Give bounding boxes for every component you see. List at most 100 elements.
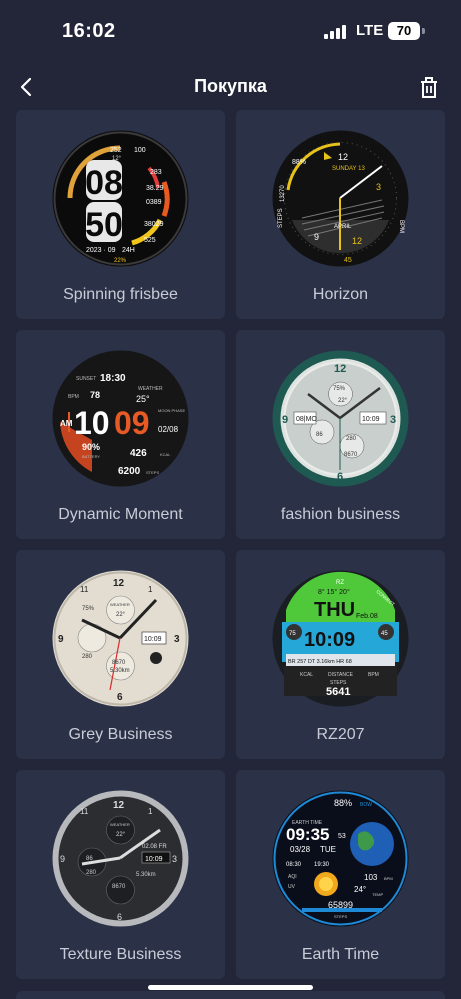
- watch-face-readout: 22%: [114, 258, 127, 264]
- watch-face-readout: KCAL: [300, 672, 313, 678]
- home-indicator[interactable]: [148, 985, 313, 990]
- watch-face-readout: WEATHER: [110, 602, 130, 607]
- watch-face-readout: 38.29: [146, 185, 164, 192]
- watch-face-readout: 75%: [82, 606, 95, 612]
- watch-face-readout: 22°: [338, 398, 348, 404]
- watch-face-readout: 280: [346, 436, 357, 442]
- watch-face-readout: 280: [82, 654, 93, 660]
- watch-face-readout: 0389: [146, 199, 162, 206]
- watch-face-readout: THU: [314, 599, 355, 621]
- watch-face-readout: 9: [58, 634, 64, 645]
- watch-face-preview: 12 3 6 9 1 11 WEATHER 22° 02.08 FR 10:09…: [52, 790, 189, 927]
- watch-face-readout: 8670: [344, 452, 358, 458]
- watch-face-readout: 24°: [354, 885, 366, 894]
- watch-face-readout: BOW: [360, 802, 372, 808]
- delete-button[interactable]: [416, 75, 442, 101]
- watch-face-readout: 88%: [334, 798, 352, 808]
- watch-face-readout: 22°: [116, 832, 126, 838]
- watch-face-readout: 6200: [118, 466, 141, 477]
- watch-face-readout: 75: [289, 631, 296, 637]
- status-bar: 16:02 LTE 70: [0, 0, 461, 62]
- watch-face-readout: TEMP: [372, 892, 383, 897]
- watch-face-readout: 3: [376, 182, 381, 192]
- watch-face-readout: 10: [74, 405, 110, 441]
- watch-face-card-dynamic-moment[interactable]: SUNSET 18:30 BPM 78 WEATHER 25° AM 10 09…: [16, 330, 225, 539]
- watch-face-readout: 02/08: [158, 425, 179, 434]
- watch-face-readout: AM: [60, 419, 73, 428]
- watch-face-readout: 19:30: [314, 862, 330, 868]
- watch-face-readout: 18:30: [100, 373, 126, 384]
- watch-face-readout: 08:30: [286, 862, 302, 868]
- watch-face-name: Dynamic Moment: [58, 506, 183, 523]
- watch-face-readout: 53: [338, 833, 346, 840]
- watch-face-readout: 10:09: [145, 856, 163, 863]
- watch-face-card-fashion-business[interactable]: 12 3 6 9 75% 22° 08|MO 10:09 86 280 8670…: [236, 330, 445, 539]
- watch-face-readout: APRIL: [334, 224, 352, 230]
- watch-face-readout: 1: [148, 807, 153, 816]
- watch-face-readout: 86: [316, 432, 323, 438]
- watch-face-readout: 86: [86, 856, 93, 862]
- watch-face-readout: 252: [110, 147, 122, 154]
- watch-face-readout: 8670: [112, 884, 126, 890]
- watch-face-preview: SUNDAY 13 88% 12 3 9 12 STEPS 13270 BPM …: [272, 130, 409, 267]
- watch-face-readout: 10:09: [362, 416, 380, 423]
- watch-face-readout: UV: [288, 884, 296, 890]
- watch-face-readout: 1: [148, 585, 153, 594]
- watch-face-card-grey-business[interactable]: 12 3 6 9 1 11 75% WEATHER 22° 10:09 280 …: [16, 550, 225, 759]
- watch-face-readout: 88%: [292, 159, 306, 166]
- watch-face-preview: 12 3 6 9 75% 22° 08|MO 10:09 86 280 8670: [272, 350, 409, 487]
- nav-bar: Покупка: [0, 62, 461, 110]
- watch-face-readout: STEPS: [278, 208, 284, 228]
- watch-face-preview: SUNSET 18:30 BPM 78 WEATHER 25° AM 10 09…: [52, 350, 189, 487]
- network-type: LTE: [356, 22, 384, 39]
- watch-face-readout: 08|MO: [296, 416, 317, 423]
- watch-face-readout: BPM: [398, 220, 404, 233]
- watch-face-readout: 45: [381, 631, 388, 637]
- watch-face-card-rz207[interactable]: RZ 8° 15° 20° THU Feb.08 10:09 75 45 BR …: [236, 550, 445, 759]
- watch-face-readout: STEPS: [334, 914, 347, 919]
- watch-face-readout: BATTERY: [82, 454, 100, 459]
- watch-face-readout: 24H: [122, 247, 135, 254]
- watch-face-readout: 45: [344, 257, 352, 264]
- watch-face-readout: 12: [338, 152, 348, 162]
- watch-face-readout: 426: [130, 448, 147, 459]
- watch-face-name: Texture Business: [59, 946, 182, 963]
- status-time: 16:02: [62, 20, 116, 42]
- watch-face-readout: 100: [134, 147, 146, 154]
- watch-face-readout: BPM: [384, 876, 393, 881]
- watch-face-readout: 3: [390, 414, 396, 426]
- watch-face-readout: RZ: [336, 580, 344, 586]
- watch-face-readout: 3: [174, 634, 180, 645]
- watch-face-readout: 12: [113, 800, 125, 811]
- watch-face-readout: 103: [364, 873, 378, 882]
- watch-face-readout: 6: [337, 471, 343, 483]
- watch-face-card-earth-time[interactable]: 88% BOW EARTH TIME 09:35 53 03/28 TUE 08…: [236, 770, 445, 979]
- watch-face-readout: BPM: [368, 672, 379, 678]
- watch-face-readout: 6: [117, 692, 123, 703]
- watch-face-readout: 10:09: [304, 629, 355, 651]
- watch-face-readout: 13270: [280, 185, 286, 202]
- watch-face-name: Spinning frisbee: [63, 286, 178, 303]
- watch-face-readout: SUNDAY 13: [332, 166, 365, 172]
- watch-face-card-texture-business[interactable]: 12 3 6 9 1 11 WEATHER 22° 02.08 FR 10:09…: [16, 770, 225, 979]
- watch-face-readout: DISTANCE: [328, 672, 354, 678]
- watch-face-name: Horizon: [312, 286, 369, 303]
- watch-face-readout: 25°: [136, 394, 150, 404]
- cellular-signal-icon: [324, 25, 346, 39]
- watch-face-card-horizon[interactable]: SUNDAY 13 88% 12 3 9 12 STEPS 13270 BPM …: [236, 110, 445, 319]
- watch-face-readout: 280: [86, 870, 97, 876]
- watch-face-readout: 9: [282, 414, 288, 426]
- watch-face-name: Earth Time: [301, 946, 380, 963]
- next-row-card: [16, 991, 445, 999]
- watch-face-readout: 11: [80, 807, 89, 816]
- watch-face-readout: 03/28: [290, 845, 311, 854]
- watch-face-preview: RZ 8° 15° 20° THU Feb.08 10:09 75 45 BR …: [272, 570, 409, 707]
- watch-face-name: RZ207: [316, 726, 365, 743]
- watch-face-readout: 5.30km: [136, 872, 156, 878]
- watch-face-readout: 5.30km: [110, 668, 130, 674]
- watch-face-readout: 38029: [144, 221, 164, 228]
- page-title: Покупка: [194, 76, 267, 96]
- watch-face-readout: 9: [60, 854, 65, 864]
- watch-face-readout: 75%: [333, 386, 346, 392]
- watch-face-card-spinning-frisbee[interactable]: 08 50 252 100 12° 283 38.29 0389 38029 5…: [16, 110, 225, 319]
